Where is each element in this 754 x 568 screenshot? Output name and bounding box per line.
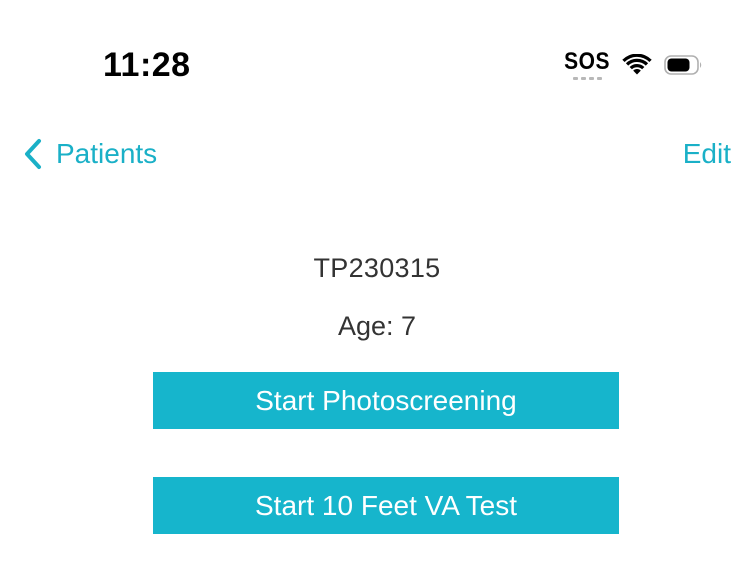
- start-photoscreening-button[interactable]: Start Photoscreening: [153, 372, 619, 429]
- start-va-test-label: Start 10 Feet VA Test: [255, 489, 517, 521]
- battery-icon: [664, 54, 704, 76]
- chevron-left-icon: [24, 138, 42, 170]
- sos-label: SOS: [564, 47, 610, 75]
- back-button-label: Patients: [56, 138, 158, 169]
- back-button[interactable]: Patients: [24, 134, 157, 174]
- edit-button[interactable]: Edit: [683, 134, 731, 174]
- wifi-icon: [622, 54, 652, 76]
- start-va-test-button[interactable]: Start 10 Feet VA Test: [153, 477, 619, 534]
- status-bar: 11:28 SOS: [0, 0, 754, 120]
- patient-id: TP230315: [313, 253, 441, 283]
- start-photoscreening-label: Start Photoscreening: [255, 384, 517, 416]
- status-indicators: SOS: [564, 48, 704, 82]
- status-time: 11:28: [103, 46, 191, 84]
- sos-indicator: SOS: [564, 47, 610, 80]
- patient-age: Age: 7: [337, 311, 417, 341]
- signal-dots-icon: [572, 76, 602, 80]
